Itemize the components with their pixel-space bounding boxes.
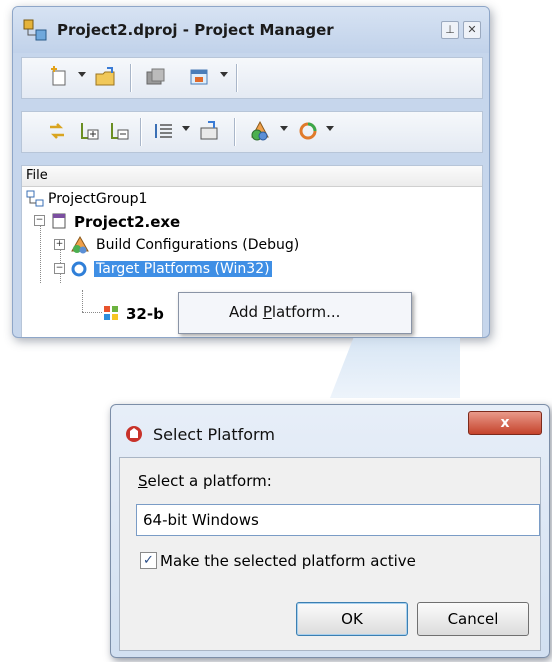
close-icon: x (500, 415, 510, 431)
project-label: Project2.exe (74, 213, 181, 231)
target-platforms-label: Target Platforms (Win32) (94, 261, 272, 277)
build-icon[interactable] (144, 66, 168, 88)
select-platform-dialog: Select Platform x Select a platform: 64-… (110, 404, 550, 658)
options-icon[interactable] (198, 120, 222, 142)
new-item-dropdown-icon[interactable] (78, 72, 86, 77)
tree-item-build-configurations[interactable]: + Build Configurations (Debug) (54, 234, 454, 256)
add-file-icon[interactable] (78, 120, 102, 142)
make-active-checkbox[interactable]: ✓ (140, 552, 157, 569)
toolbar-row-2 (21, 111, 483, 153)
project-group-icon (26, 190, 44, 207)
project-file-icon (52, 213, 66, 229)
callout-connector (330, 338, 460, 398)
make-active-label[interactable]: Make the selected platform active (160, 552, 416, 570)
project-manager-title: Project2.dproj - Project Manager (57, 21, 334, 39)
toolbar-separator (234, 118, 235, 146)
platform-option-selected[interactable]: 64-bit Windows (143, 511, 259, 529)
remove-file-icon[interactable] (108, 120, 132, 142)
collapse-icon[interactable]: − (34, 215, 45, 226)
dialog-app-icon (126, 426, 142, 442)
tree-guide-line (82, 312, 102, 313)
platform-dropdown-icon[interactable] (326, 126, 334, 131)
toolbar-separator (130, 64, 131, 92)
file-column-header[interactable]: File (22, 166, 482, 187)
platform-32-label: 32-b (126, 305, 164, 323)
open-folder-icon[interactable] (94, 66, 118, 88)
project-manager-window: Project2.dproj - Project Manager ⊥ ✕ Fil… (12, 6, 490, 338)
configuration-dropdown-icon[interactable] (280, 126, 288, 131)
select-platform-label: Select a platform: (138, 472, 272, 490)
build-configurations-label: Build Configurations (Debug) (96, 237, 300, 253)
toolbar-row-1 (21, 57, 483, 99)
platform-list[interactable]: 64-bit Windows (136, 504, 540, 536)
tree-item-project-group[interactable]: ProjectGroup1 (26, 188, 326, 210)
project-group-label: ProjectGroup1 (48, 191, 148, 207)
toolbar-separator (140, 118, 141, 146)
pin-icon[interactable]: ⊥ (441, 21, 459, 39)
compile-settings-icon[interactable] (188, 66, 212, 88)
dialog-title: Select Platform (153, 425, 275, 444)
tree-item-target-platforms[interactable]: − Target Platforms (Win32) (54, 258, 454, 280)
project-manager-icon (23, 19, 47, 41)
dialog-body: Select a platform: 64-bit Windows ✓ Make… (119, 457, 541, 651)
collapse-icon[interactable]: − (54, 263, 65, 274)
tree-guide-line (82, 290, 83, 312)
platform-icon[interactable] (296, 120, 320, 142)
compile-dropdown-icon[interactable] (220, 72, 228, 77)
context-menu: Add Platform... (178, 292, 412, 334)
target-platforms-icon (71, 261, 87, 277)
project-manager-titlebar[interactable]: Project2.dproj - Project Manager ⊥ ✕ (13, 7, 489, 53)
toolbar-separator (236, 64, 237, 92)
dialog-close-button[interactable]: x (468, 411, 542, 435)
new-item-icon[interactable] (48, 66, 72, 88)
sort-dropdown-icon[interactable] (182, 126, 190, 131)
cancel-button[interactable]: Cancel (417, 602, 529, 636)
close-panel-icon[interactable]: ✕ (463, 21, 481, 39)
sync-icon[interactable] (46, 120, 70, 142)
configuration-icon[interactable] (248, 120, 272, 142)
checkmark-icon: ✓ (143, 553, 154, 568)
sort-list-icon[interactable] (152, 120, 176, 142)
tree-item-project[interactable]: − Project2.exe (34, 210, 334, 232)
build-configurations-icon (71, 236, 89, 254)
ok-button[interactable]: OK (296, 602, 408, 636)
expand-icon[interactable]: + (54, 239, 65, 250)
windows-logo-icon (104, 306, 118, 320)
add-platform-menu-item[interactable]: Add Platform... (229, 303, 340, 321)
